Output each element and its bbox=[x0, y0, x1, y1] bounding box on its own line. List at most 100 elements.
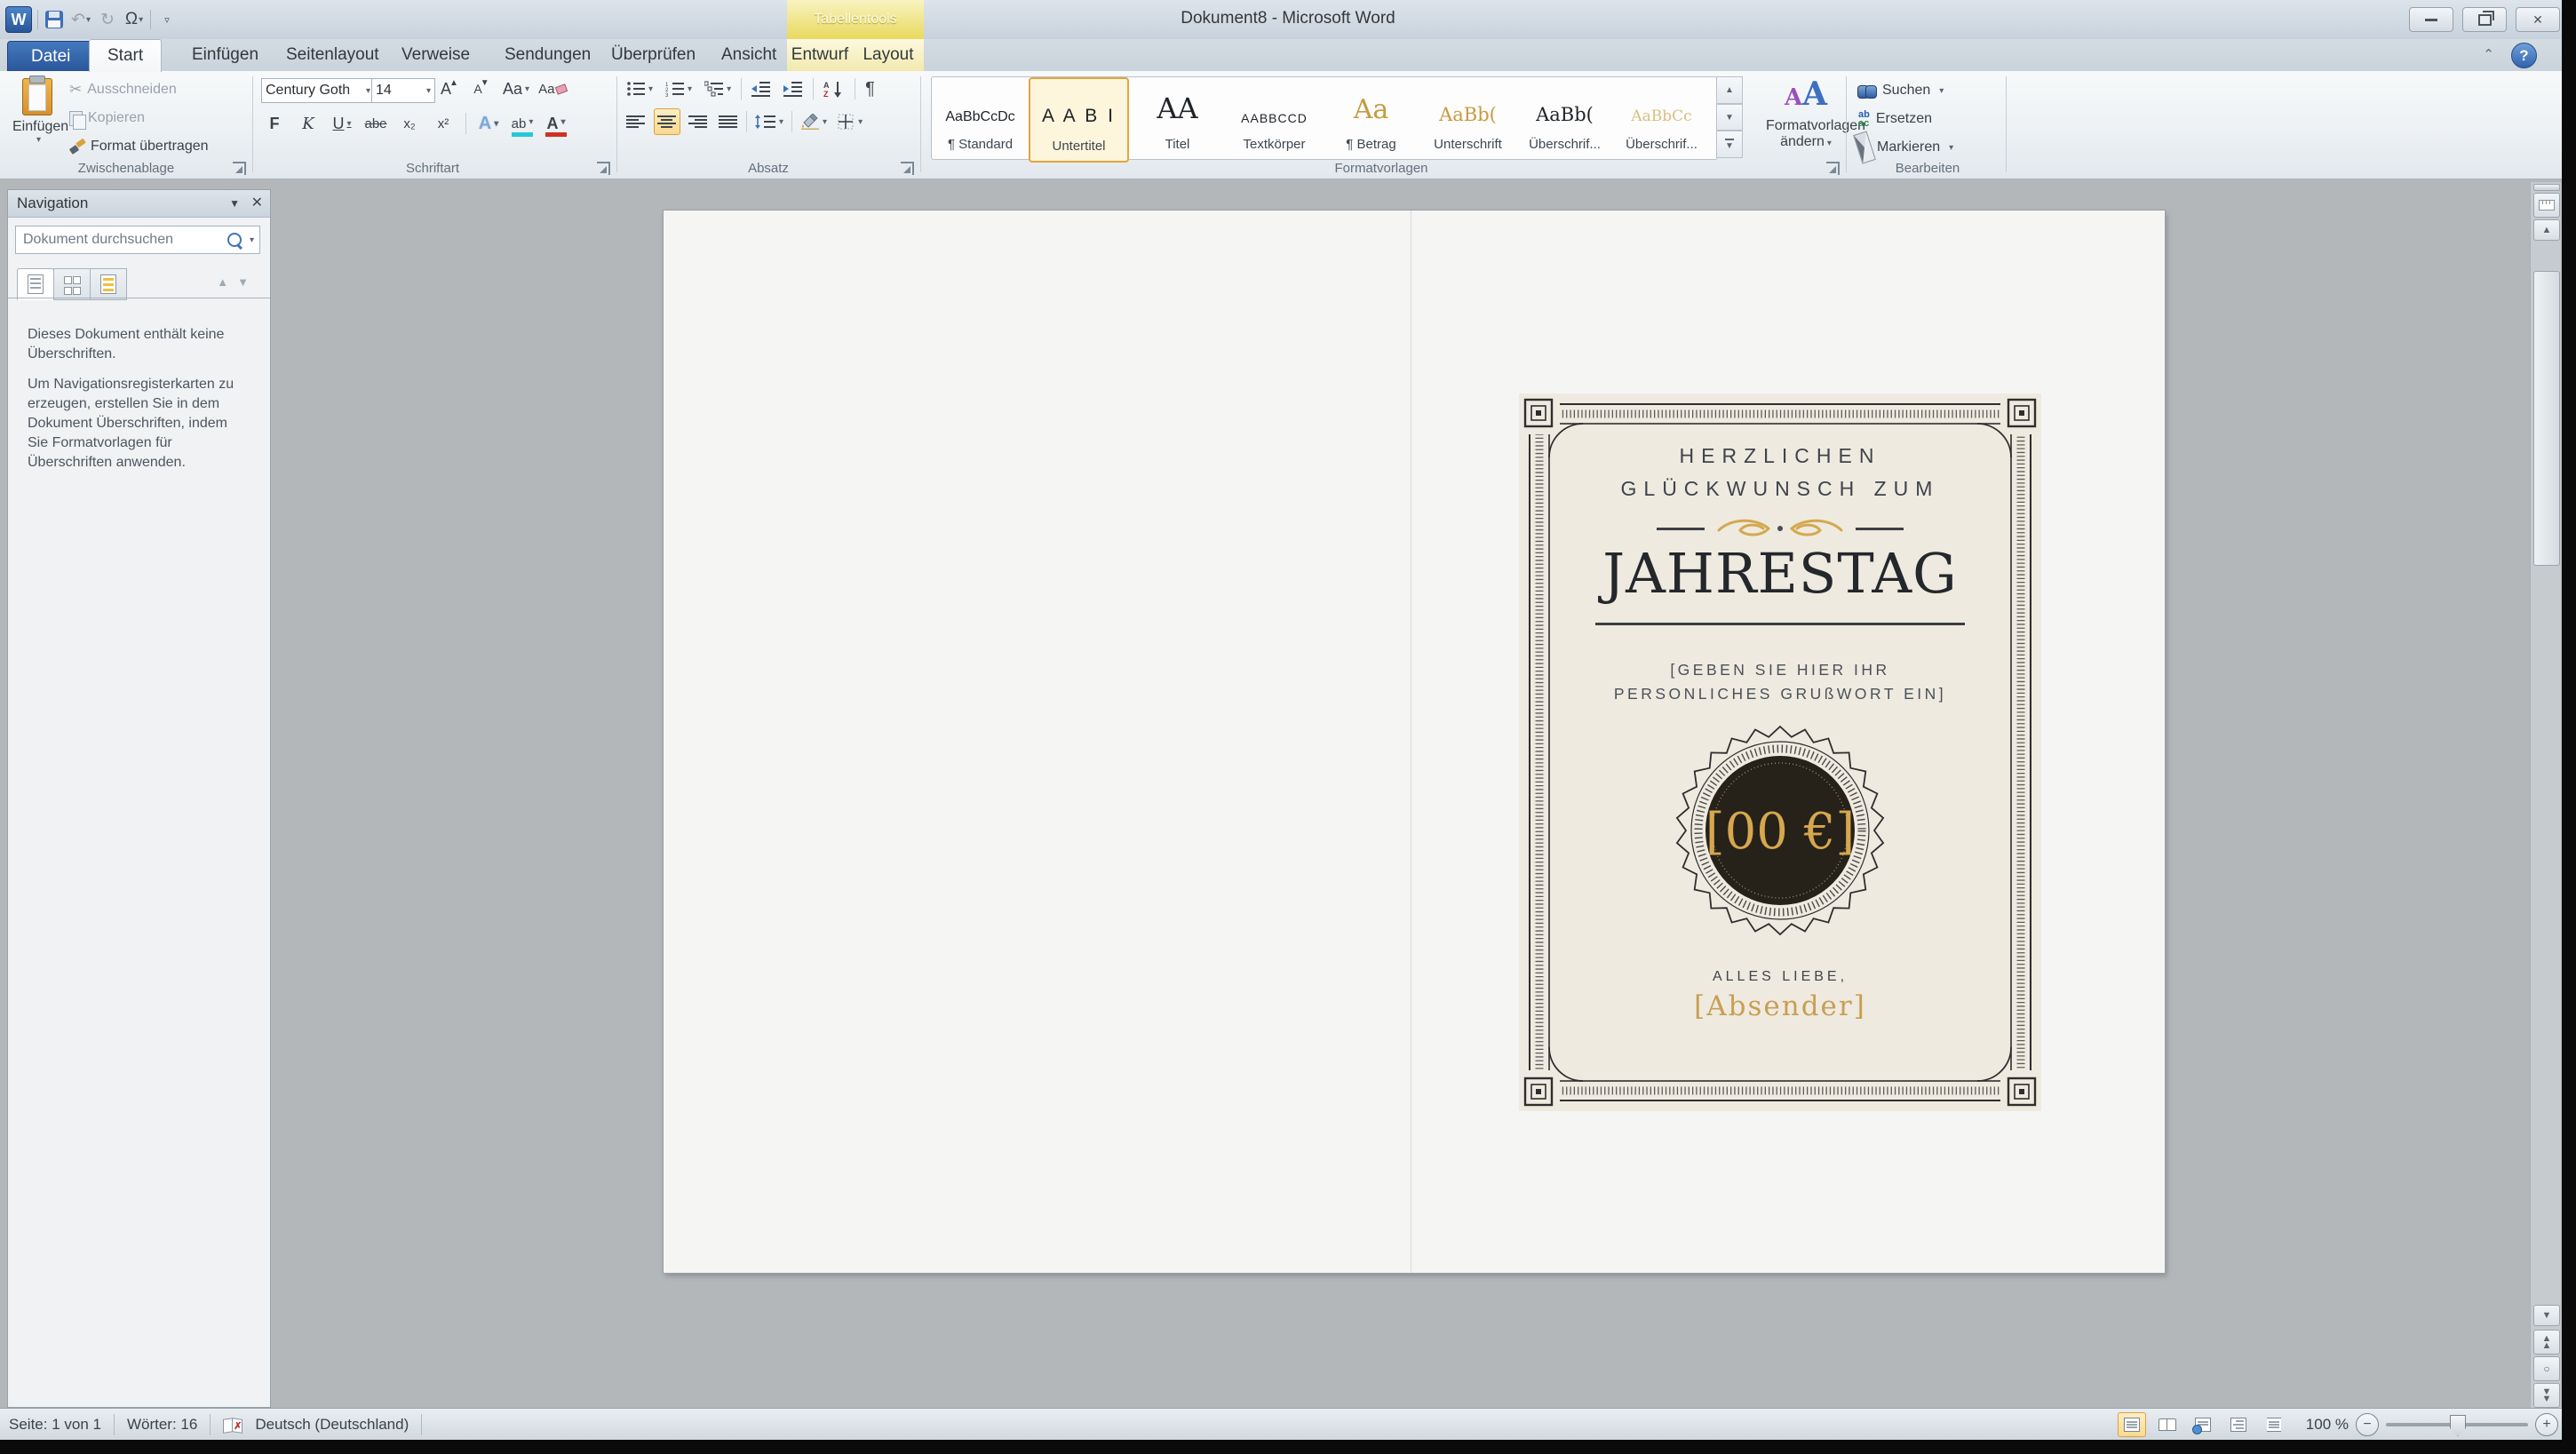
subscript-button[interactable]: x₂ bbox=[398, 111, 421, 136]
superscript-button[interactable]: x² bbox=[432, 111, 455, 136]
help-button[interactable]: ? bbox=[2511, 43, 2537, 68]
change-case-button[interactable]: Aa▾ bbox=[503, 76, 529, 101]
paragraph-dialog-launcher[interactable] bbox=[901, 162, 914, 175]
outline-view-button[interactable] bbox=[2224, 1412, 2253, 1437]
print-layout-view-button[interactable] bbox=[2118, 1412, 2146, 1437]
tab-ansicht[interactable]: Ansicht bbox=[704, 39, 794, 71]
minimize-button[interactable] bbox=[2409, 7, 2453, 32]
price-badge[interactable]: [00 €] bbox=[1674, 724, 1887, 937]
paste-button[interactable]: Einfügen ▾ bbox=[12, 78, 62, 167]
grow-font-button[interactable]: A▲ bbox=[439, 76, 462, 101]
previous-page-button[interactable]: ▲▲ bbox=[2533, 1330, 2560, 1355]
bold-button[interactable]: F bbox=[263, 111, 286, 136]
borders-button[interactable]: ▾ bbox=[835, 109, 865, 134]
numbered-list-button[interactable]: 123▾ bbox=[663, 76, 695, 101]
style-titel[interactable]: AA Titel bbox=[1129, 77, 1226, 159]
word-count[interactable]: Wörter: 16 bbox=[127, 1416, 197, 1434]
ruler-toggle-button[interactable] bbox=[2533, 193, 2560, 218]
restore-button[interactable] bbox=[2462, 7, 2507, 32]
tab-layout[interactable]: Layout bbox=[853, 39, 924, 71]
search-icon[interactable] bbox=[227, 233, 242, 247]
draft-view-button[interactable] bbox=[2260, 1412, 2288, 1437]
font-size-combo[interactable]: 14▾ bbox=[371, 78, 435, 103]
clear-formatting-button[interactable]: Aa bbox=[538, 76, 567, 101]
scroll-down-button[interactable]: ▼ bbox=[2533, 1305, 2560, 1326]
badge-amount[interactable]: [00 €] bbox=[1705, 803, 1855, 861]
bullet-list-button[interactable]: ▾ bbox=[624, 76, 656, 101]
page-count[interactable]: Seite: 1 von 1 bbox=[9, 1416, 101, 1434]
web-layout-view-button[interactable] bbox=[2189, 1412, 2217, 1437]
font-color-button[interactable]: A▾ bbox=[545, 111, 568, 136]
underline-button[interactable]: U▾ bbox=[330, 111, 354, 136]
next-page-button[interactable]: ▼▼ bbox=[2533, 1383, 2560, 1408]
collapse-ribbon-icon[interactable]: ⌃ bbox=[2483, 46, 2494, 62]
document-search-box[interactable]: ▾ bbox=[15, 226, 260, 254]
zoom-in-button[interactable]: + bbox=[2535, 1413, 2558, 1436]
card-placeholder-text[interactable]: [GEBEN SIE HIER IHR PERSONLICHES GRUßWOR… bbox=[1594, 658, 1967, 706]
increase-indent-button[interactable] bbox=[781, 76, 806, 101]
nav-tab-results[interactable] bbox=[90, 268, 127, 300]
gallery-scroll-down-button[interactable]: ▼ bbox=[1716, 104, 1743, 131]
italic-button[interactable]: K bbox=[297, 111, 320, 136]
text-effects-button[interactable]: A▾ bbox=[477, 111, 500, 136]
tab-datei[interactable]: Datei bbox=[7, 41, 94, 73]
copy-button[interactable]: Kopieren bbox=[69, 107, 145, 130]
align-left-button[interactable] bbox=[624, 109, 648, 134]
cut-button[interactable]: ✂ Ausschneiden bbox=[69, 78, 177, 101]
style-betrag[interactable]: Aa ¶ Betrag bbox=[1323, 77, 1419, 159]
styles-dialog-launcher[interactable] bbox=[1826, 162, 1840, 175]
vertical-scrollbar[interactable]: ▲ ▼ ▲▲ ○ ▼▼ bbox=[2530, 182, 2561, 1408]
select-browse-object-button[interactable]: ○ bbox=[2533, 1356, 2560, 1381]
gallery-expand-button[interactable]: ▼ bbox=[1716, 131, 1743, 158]
font-dialog-launcher[interactable] bbox=[597, 162, 610, 175]
find-button[interactable]: Suchen▾ bbox=[1858, 78, 1944, 103]
tab-entwurf[interactable]: Entwurf bbox=[787, 39, 853, 71]
tab-sendungen[interactable]: Sendungen bbox=[487, 39, 608, 71]
zoom-out-button[interactable]: − bbox=[2356, 1413, 2379, 1436]
scroll-up-button[interactable]: ▲ bbox=[2533, 219, 2560, 241]
highlight-color-button[interactable]: ab▾ bbox=[511, 111, 534, 136]
replace-button[interactable]: abac Ersetzen bbox=[1858, 107, 1932, 131]
style-untertitel-selected[interactable]: A A B I Untertitel bbox=[1029, 77, 1129, 163]
result-prev-next-icons[interactable]: ▲▼ bbox=[217, 275, 258, 289]
show-paragraph-marks-button[interactable]: ¶ bbox=[863, 76, 878, 101]
style-textkoerper[interactable]: AABBCCD Textkörper bbox=[1226, 77, 1323, 159]
align-right-button[interactable] bbox=[686, 109, 711, 134]
clipboard-dialog-launcher[interactable] bbox=[233, 162, 246, 175]
greeting-card[interactable]: HERZLICHEN GLÜCKWUNSCH ZUM JAHRESTAG bbox=[1519, 393, 2041, 1111]
justify-button[interactable] bbox=[716, 109, 741, 134]
tab-verweise[interactable]: Verweise bbox=[384, 39, 488, 71]
close-button[interactable]: ✕ bbox=[2516, 7, 2560, 32]
style-ueberschrift-1[interactable]: AaBb( Überschrif... bbox=[1516, 77, 1613, 159]
shrink-font-button[interactable]: A▼ bbox=[471, 76, 494, 101]
scrollbar-thumb[interactable] bbox=[2533, 271, 2560, 566]
zoom-level[interactable]: 100 % bbox=[2306, 1416, 2349, 1434]
select-button[interactable]: Markieren▾ bbox=[1858, 135, 1953, 160]
align-center-button[interactable] bbox=[654, 108, 680, 135]
spellcheck-icon[interactable]: ✗ bbox=[223, 1418, 242, 1432]
decrease-indent-button[interactable] bbox=[749, 76, 774, 101]
pane-options-dropdown-icon[interactable]: ▼ bbox=[229, 190, 240, 217]
search-input[interactable] bbox=[21, 231, 222, 249]
format-painter-button[interactable]: Format übertragen bbox=[69, 135, 209, 158]
card-sender-placeholder[interactable]: [Absender] bbox=[1519, 990, 2041, 1022]
tab-einfuegen[interactable]: Einfügen bbox=[174, 39, 276, 71]
gallery-scroll-up-button[interactable]: ▲ bbox=[1716, 76, 1743, 104]
language-indicator[interactable]: Deutsch (Deutschland) bbox=[255, 1416, 409, 1434]
font-name-combo[interactable]: Century Goth▾ bbox=[261, 78, 375, 103]
style-ueberschrift-2[interactable]: AaBbCc Überschrif... bbox=[1613, 77, 1710, 159]
line-spacing-button[interactable]: ▾ bbox=[752, 109, 786, 134]
nav-tab-headings[interactable] bbox=[17, 268, 54, 300]
tab-seitenlayout[interactable]: Seitenlayout bbox=[268, 39, 397, 71]
pane-close-icon[interactable]: ✕ bbox=[251, 190, 263, 217]
multilevel-list-button[interactable]: ▾ bbox=[702, 76, 734, 101]
search-options-dropdown-icon[interactable]: ▾ bbox=[250, 235, 254, 245]
strikethrough-button[interactable]: abe bbox=[364, 111, 387, 136]
zoom-slider[interactable] bbox=[2386, 1423, 2528, 1426]
fullscreen-reading-view-button[interactable] bbox=[2153, 1412, 2182, 1437]
style-unterschrift[interactable]: AaBb( Unterschrift bbox=[1419, 77, 1516, 159]
zoom-slider-thumb[interactable] bbox=[2450, 1415, 2466, 1436]
paste-dropdown-icon[interactable]: ▾ bbox=[15, 135, 62, 145]
sort-button[interactable]: AZ bbox=[821, 76, 847, 101]
tab-start[interactable]: Start bbox=[89, 39, 162, 72]
